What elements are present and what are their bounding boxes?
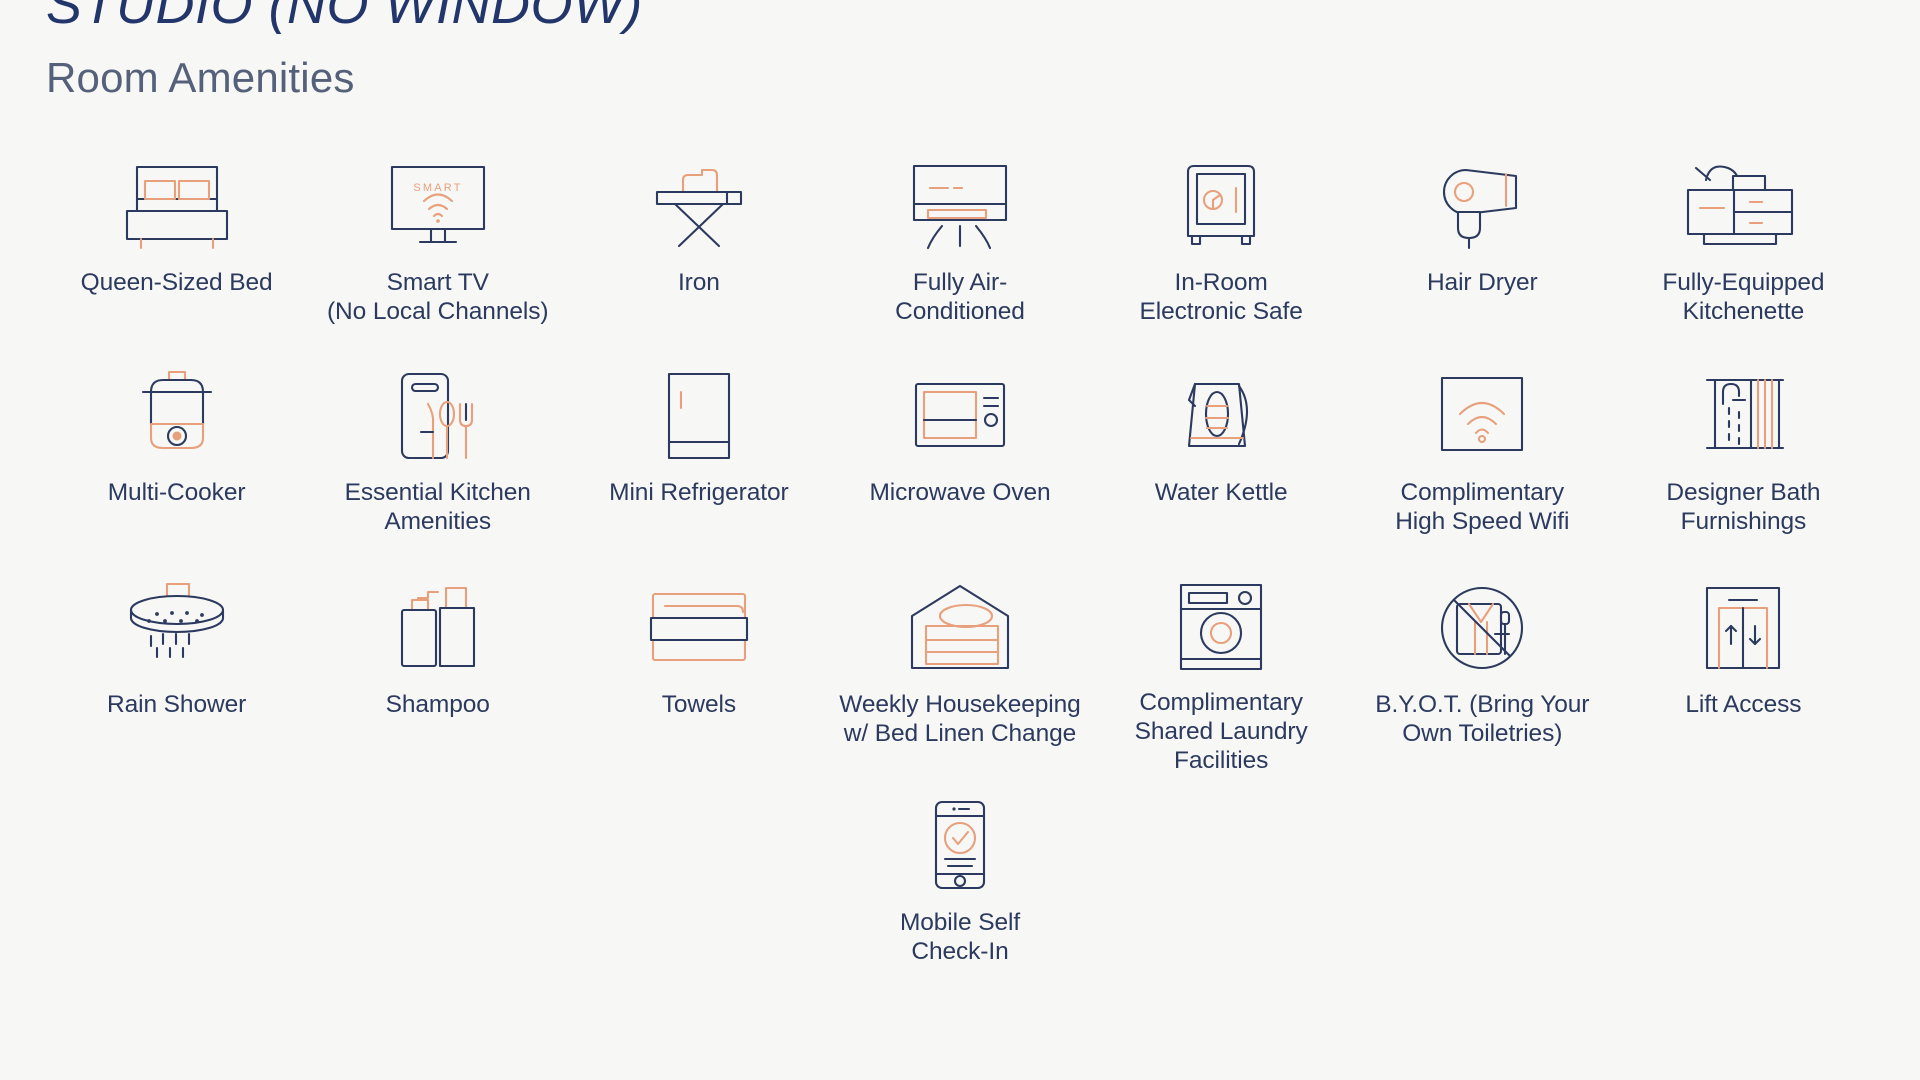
amenity-label: Rain Shower — [106, 691, 247, 718]
amenity-item-safe: In-Room Electronic Safe — [1091, 142, 1352, 352]
amenity-label: Weekly Housekeeping w/ Bed Linen Change — [839, 691, 1081, 747]
amenity-item-byot: B.Y.O.T. (Bring Your Own Toiletries) — [1352, 564, 1613, 776]
amenity-label: Iron — [677, 269, 720, 296]
amenity-label: Lift Access — [1685, 691, 1802, 718]
refrigerator-icon — [653, 366, 745, 466]
safe-icon — [1178, 156, 1264, 256]
amenity-label: B.Y.O.T. (Bring Your Own Toiletries) — [1375, 691, 1590, 747]
page-subtitle: Room Amenities — [46, 54, 355, 101]
amenity-item-mobile-checkin: Mobile Self Check-In — [829, 782, 1090, 967]
amenity-item-housekeeping: Weekly Housekeeping w/ Bed Linen Change — [829, 564, 1090, 776]
amenity-item-wifi: Complimentary High Speed Wifi — [1352, 352, 1613, 564]
amenity-item-multi-cooker: Multi-Cooker — [46, 352, 307, 564]
washing-machine-icon — [1173, 578, 1269, 676]
amenity-item-iron: Iron — [568, 142, 829, 352]
amenity-label: In-Room Electronic Safe — [1139, 269, 1303, 325]
amenity-label: Fully Air- Conditioned — [895, 269, 1025, 325]
amenity-label: Mobile Self Check-In — [899, 909, 1021, 965]
housekeeping-icon — [904, 578, 1016, 678]
rain-shower-icon — [119, 578, 235, 678]
amenity-item-smart-tv: SMART Smart TV (No Local Channels) — [307, 142, 568, 352]
amenity-item-refrigerator: Mini Refrigerator — [568, 352, 829, 564]
shampoo-bottles-icon — [388, 578, 488, 678]
smart-tv-icon: SMART — [386, 156, 490, 256]
amenity-label: Microwave Oven — [869, 479, 1051, 506]
amenity-item-kettle: Water Kettle — [1091, 352, 1352, 564]
multi-cooker-icon — [127, 366, 227, 466]
amenity-item-air-conditioner: Fully Air- Conditioned — [829, 142, 1090, 352]
bed-icon — [121, 156, 233, 256]
svg-text:SMART: SMART — [413, 182, 462, 194]
mobile-checkin-icon — [922, 796, 998, 896]
hair-dryer-icon — [1432, 156, 1532, 256]
amenity-label: Smart TV (No Local Channels) — [326, 269, 549, 325]
amenity-item-rain-shower: Rain Shower — [46, 564, 307, 776]
kitchenette-icon — [1680, 156, 1806, 256]
microwave-icon — [908, 366, 1012, 466]
amenity-item-designer-bath: Designer Bath Furnishings — [1613, 352, 1874, 564]
towels-icon — [643, 578, 755, 678]
amenity-item-microwave: Microwave Oven — [829, 352, 1090, 564]
amenity-item-lift: Lift Access — [1613, 564, 1874, 776]
amenity-label: Shampoo — [385, 691, 490, 718]
amenity-label: Multi-Cooker — [107, 479, 246, 506]
air-conditioner-icon — [906, 156, 1014, 256]
amenity-label: Designer Bath Furnishings — [1666, 479, 1821, 535]
amenity-label: Towels — [661, 691, 736, 718]
amenity-item-laundry: Complimentary Shared Laundry Facilities — [1091, 564, 1352, 776]
kettle-icon — [1173, 366, 1269, 466]
amenity-item-shampoo: Shampoo — [307, 564, 568, 776]
amenity-label: Hair Dryer — [1426, 269, 1538, 296]
elevator-icon — [1697, 578, 1789, 678]
amenities-grid: Queen-Sized Bed SMART Smart TV (No Local… — [46, 142, 1874, 776]
amenity-label: Queen-Sized Bed — [80, 269, 273, 296]
iron-icon — [647, 156, 751, 256]
no-toiletries-icon — [1429, 578, 1535, 678]
page-title: STUDIO (NO WINDOW) — [46, 0, 643, 35]
amenity-item-bed: Queen-Sized Bed — [46, 142, 307, 352]
amenity-label: Complimentary Shared Laundry Facilities — [1134, 689, 1308, 775]
wifi-icon — [1434, 366, 1530, 466]
cutlery-board-icon — [388, 366, 488, 466]
amenity-label: Essential Kitchen Amenities — [344, 479, 531, 535]
amenity-item-towels: Towels — [568, 564, 829, 776]
amenity-label: Mini Refrigerator — [609, 479, 789, 506]
shower-curtain-icon — [1695, 366, 1791, 466]
amenity-label: Water Kettle — [1154, 479, 1288, 506]
amenity-item-kitchenette: Fully-Equipped Kitchenette — [1613, 142, 1874, 352]
amenities-grid-last-row: Mobile Self Check-In — [46, 782, 1874, 967]
amenity-item-kitchen-amenities: Essential Kitchen Amenities — [307, 352, 568, 564]
amenity-label: Fully-Equipped Kitchenette — [1662, 269, 1825, 325]
amenity-item-hair-dryer: Hair Dryer — [1352, 142, 1613, 352]
amenity-label: Complimentary High Speed Wifi — [1395, 479, 1570, 535]
amenities-page: STUDIO (NO WINDOW) Room Amenities Queen-… — [0, 0, 1920, 1058]
